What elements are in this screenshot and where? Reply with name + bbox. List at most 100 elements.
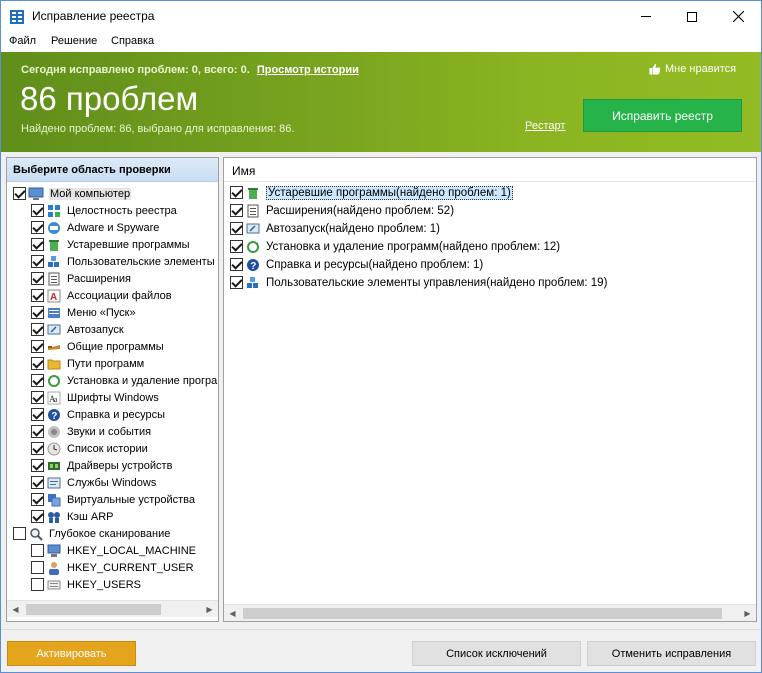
blocks-icon: [245, 275, 261, 291]
checkbox[interactable]: [31, 221, 44, 234]
checkbox[interactable]: [31, 459, 44, 472]
checkbox[interactable]: [31, 204, 44, 217]
left-horizontal-scrollbar[interactable]: ◀ ▶: [7, 600, 218, 617]
checkbox[interactable]: [230, 186, 243, 199]
maximize-button[interactable]: [669, 1, 715, 32]
like-button[interactable]: Мне нравится: [649, 63, 736, 75]
checkbox[interactable]: [31, 357, 44, 370]
file-association-icon: A: [46, 288, 62, 304]
tree-item[interactable]: Службы Windows: [31, 474, 156, 491]
fix-registry-button[interactable]: Исправить реестр: [583, 99, 742, 132]
tree-root-my-computer[interactable]: Мой компьютер: [13, 185, 132, 202]
scroll-right-icon[interactable]: ▶: [201, 601, 218, 618]
checkbox[interactable]: [31, 408, 44, 421]
checkbox[interactable]: [31, 391, 44, 404]
minimize-button[interactable]: [623, 1, 669, 32]
history-link[interactable]: Просмотр истории: [257, 64, 359, 76]
deep-scan-icon: [28, 526, 44, 542]
checkbox[interactable]: [31, 238, 44, 251]
column-header-name[interactable]: Имя: [224, 158, 756, 182]
arp-cache-icon: [46, 509, 62, 525]
checkbox[interactable]: [31, 425, 44, 438]
checkbox[interactable]: [31, 289, 44, 302]
checkbox[interactable]: [230, 222, 243, 235]
recycle-icon: [46, 373, 62, 389]
right-horizontal-scrollbar[interactable]: ◀ ▶: [224, 604, 756, 621]
root-checkbox[interactable]: [13, 187, 26, 200]
checkbox[interactable]: [230, 276, 243, 289]
tree-deep-item[interactable]: HKEY_USERS: [31, 576, 141, 593]
tree-item[interactable]: Автозапуск: [31, 321, 124, 338]
close-button[interactable]: [715, 1, 761, 32]
today-text: Сегодня исправлено проблем: 0, всего: 0.: [21, 64, 250, 76]
tree-item[interactable]: Список истории: [31, 440, 148, 457]
services-icon: [46, 475, 62, 491]
title-bar: Исправление реестра: [1, 1, 761, 32]
checkbox[interactable]: [13, 527, 26, 540]
checkbox[interactable]: [31, 255, 44, 268]
result-row-label: Автозапуск(найдено проблем: 1): [266, 222, 440, 235]
checkbox[interactable]: [31, 561, 44, 574]
menu-help[interactable]: Справка: [111, 35, 154, 47]
restart-link[interactable]: Рестарт: [525, 120, 565, 132]
results-panel: Имя Устаревшие программы(найдено проблем…: [223, 157, 757, 622]
tree-item[interactable]: ? Справка и ресурсы: [31, 406, 165, 423]
tree-item[interactable]: Adware и Spyware: [31, 219, 159, 236]
tree-deep-scan[interactable]: Глубокое сканирование: [13, 525, 170, 542]
checkbox[interactable]: [230, 240, 243, 253]
tree-item[interactable]: Установка и удаление програ: [31, 372, 217, 389]
menu-file[interactable]: Файл: [9, 35, 36, 47]
tree-item[interactable]: Расширения: [31, 270, 131, 287]
checkbox[interactable]: [31, 578, 44, 591]
checkbox[interactable]: [230, 258, 243, 271]
tree-item[interactable]: Устаревшие программы: [31, 236, 189, 253]
result-row[interactable]: Пользовательские элементы управления(най…: [230, 274, 607, 291]
result-row[interactable]: ? Справка и ресурсы(найдено проблем: 1): [230, 256, 483, 273]
scroll-left-icon[interactable]: ◀: [224, 605, 241, 622]
right-scroll-thumb[interactable]: [243, 608, 722, 619]
undo-fixes-button[interactable]: Отменить исправления: [587, 641, 756, 666]
checkbox[interactable]: [31, 340, 44, 353]
result-row[interactable]: Установка и удаление программ(найдено пр…: [230, 238, 560, 255]
tree-item[interactable]: Виртуальные устройства: [31, 491, 195, 508]
checkbox[interactable]: [31, 493, 44, 506]
tree-item[interactable]: Кэш ARP: [31, 508, 114, 525]
tree-item-label: Шрифты Windows: [67, 391, 159, 404]
checkbox[interactable]: [31, 272, 44, 285]
fonts-icon: Aa: [46, 390, 62, 406]
tree-item[interactable]: Драйверы устройств: [31, 457, 172, 474]
tree-deep-item[interactable]: HKEY_LOCAL_MACHINE: [31, 542, 196, 559]
users-icon: [46, 577, 62, 593]
checkbox[interactable]: [31, 544, 44, 557]
exclusions-button[interactable]: Список исключений: [412, 641, 581, 666]
autorun-icon: [245, 221, 261, 237]
tree-item-label: Кэш ARP: [67, 510, 114, 523]
checkbox[interactable]: [31, 374, 44, 387]
tree-item[interactable]: Общие программы: [31, 338, 164, 355]
menu-solution[interactable]: Решение: [51, 35, 97, 47]
tree-deep-item[interactable]: HKEY_CURRENT_USER: [31, 559, 194, 576]
checkbox[interactable]: [31, 442, 44, 455]
scroll-right-icon[interactable]: ▶: [739, 605, 756, 622]
scan-area-tree: Мой компьютер Целостность реестра Adware …: [7, 182, 218, 600]
tree-item[interactable]: A Ассоциации файлов: [31, 287, 172, 304]
checkbox[interactable]: [230, 204, 243, 217]
checkbox[interactable]: [31, 323, 44, 336]
result-row[interactable]: Расширения(найдено проблем: 52): [230, 202, 454, 219]
tree-item[interactable]: Aa Шрифты Windows: [31, 389, 159, 406]
checkbox[interactable]: [31, 306, 44, 319]
activate-button[interactable]: Активировать: [7, 641, 136, 666]
virtual-device-icon: [46, 492, 62, 508]
tree-item[interactable]: Меню «Пуск»: [31, 304, 136, 321]
tree-item[interactable]: Пользовательские элементы у: [31, 253, 218, 270]
checkbox[interactable]: [31, 510, 44, 523]
scroll-left-icon[interactable]: ◀: [7, 601, 24, 618]
tree-item[interactable]: Звуки и события: [31, 423, 151, 440]
tree-item[interactable]: Целостность реестра: [31, 202, 177, 219]
svg-text:?: ?: [250, 261, 256, 272]
left-scroll-thumb[interactable]: [26, 604, 161, 615]
checkbox[interactable]: [31, 476, 44, 489]
result-row[interactable]: Автозапуск(найдено проблем: 1): [230, 220, 440, 237]
result-row[interactable]: Устаревшие программы(найдено проблем: 1): [230, 184, 513, 201]
tree-item[interactable]: Пути программ: [31, 355, 144, 372]
